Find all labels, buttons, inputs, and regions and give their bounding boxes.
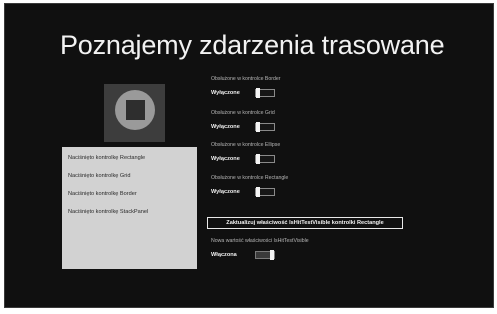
ellipse-handled-label: Obsłużone w kontrolce Ellipse <box>211 142 281 148</box>
border-handled-state: Wyłączone <box>211 90 240 96</box>
page-title: Poznajemy zdarzenia trasowane <box>60 30 445 60</box>
toggle-thumb <box>270 250 274 260</box>
rectangle-handled-label: Obsłużone w kontrolce Rectangle <box>211 175 289 181</box>
event-log-panel: Naciśnięto kontrolkę Rectangle Naciśnięt… <box>62 147 197 269</box>
ellipse-handled-toggle[interactable] <box>255 154 275 164</box>
log-item: Naciśnięto kontrolkę Grid <box>68 173 131 179</box>
rectangle-handled-state: Wyłączone <box>211 189 240 195</box>
app-window: Poznajemy zdarzenia trasowane Naciśnięto… <box>4 3 494 308</box>
ellipse-handled-state: Wyłączone <box>211 156 240 162</box>
grid-handled-state: Wyłączone <box>211 124 240 130</box>
toggle-thumb <box>256 187 260 197</box>
toggle-thumb <box>256 122 260 132</box>
update-hittest-button[interactable]: Zaktualizuj właściwość IsHitTestVisible … <box>207 217 403 229</box>
toggle-thumb <box>256 154 260 164</box>
log-item: Naciśnięto kontrolkę Border <box>68 191 137 197</box>
grid-handled-label: Obsłużone w kontrolce Grid <box>211 110 275 116</box>
border-control[interactable] <box>104 84 165 142</box>
new-hittest-value-state: Włączona <box>211 252 237 258</box>
grid-handled-toggle[interactable] <box>255 122 275 132</box>
rectangle-handled-toggle[interactable] <box>255 187 275 197</box>
ellipse-control[interactable] <box>115 90 155 130</box>
toggle-thumb <box>256 88 260 98</box>
border-handled-label: Obsłużone w kontrolce Border <box>211 76 281 82</box>
border-handled-toggle[interactable] <box>255 88 275 98</box>
new-hittest-value-label: Nowa wartość właściwości IsHitTestVisibl… <box>211 238 309 244</box>
rectangle-control[interactable] <box>126 100 145 120</box>
new-hittest-value-toggle[interactable] <box>255 250 275 260</box>
log-item: Naciśnięto kontrolkę Rectangle <box>68 155 146 161</box>
log-item: Naciśnięto kontrolkę StackPanel <box>68 209 149 215</box>
